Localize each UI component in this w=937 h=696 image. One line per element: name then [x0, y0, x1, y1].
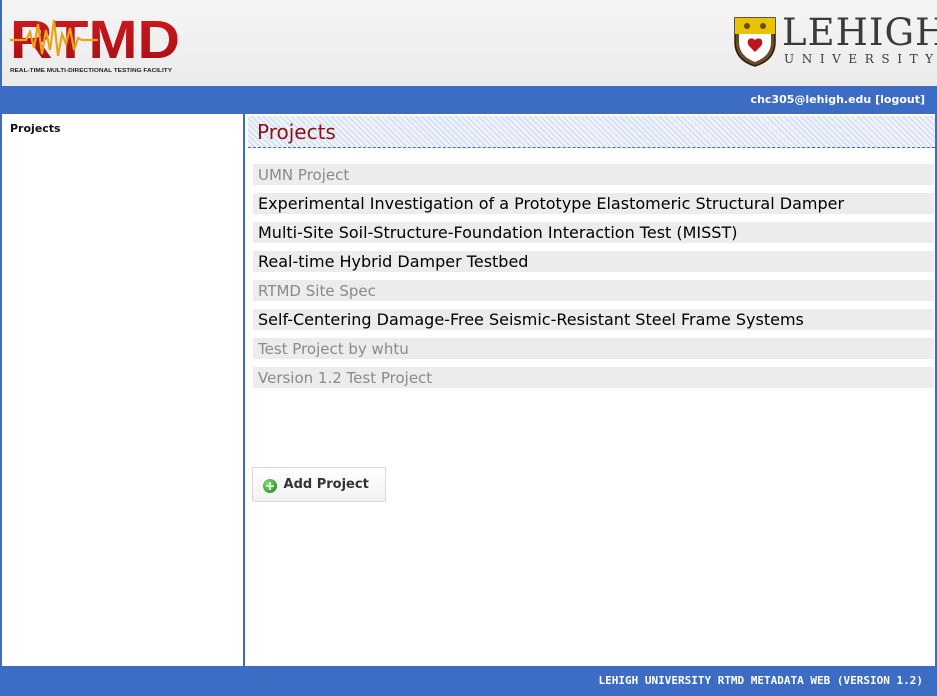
lehigh-subtitle: UNIVERSITY — [784, 52, 937, 66]
project-item[interactable]: RTMD Site Spec — [253, 280, 934, 301]
project-item[interactable]: Self-Centering Damage-Free Seismic-Resis… — [253, 309, 934, 330]
lehigh-crest-icon — [734, 17, 776, 67]
main-content: Projects UMN Project Experimental Invest… — [245, 114, 937, 666]
project-item[interactable]: Version 1.2 Test Project — [253, 367, 934, 388]
project-item[interactable]: Test Project by whtu — [253, 338, 934, 359]
header: RTMD REAL-TIME MULTI-DIRECTIONAL TESTING… — [0, 0, 937, 86]
plus-circle-icon: + — [263, 479, 277, 493]
sidebar-item-projects[interactable]: Projects — [10, 122, 61, 135]
footer: LEHIGH UNIVERSITY RTMD METADATA WEB (VER… — [0, 666, 937, 696]
page-title: Projects — [248, 116, 935, 148]
project-item[interactable]: Real-time Hybrid Damper Testbed — [253, 251, 934, 272]
user-bar: chc305@lehigh.edu [logout] — [0, 86, 937, 114]
rtmd-logo-subtext: REAL-TIME MULTI-DIRECTIONAL TESTING FACI… — [10, 68, 172, 74]
add-project-label: Add Project — [283, 477, 369, 492]
add-project-button[interactable]: + Add Project — [252, 467, 386, 502]
sidebar: Projects — [0, 114, 245, 666]
lehigh-name: LEHIGH — [782, 11, 937, 54]
project-item[interactable]: Multi-Site Soil-Structure-Foundation Int… — [253, 222, 934, 243]
project-item[interactable]: Experimental Investigation of a Prototyp… — [253, 193, 934, 214]
rtmd-logo: RTMD REAL-TIME MULTI-DIRECTIONAL TESTING… — [10, 10, 180, 74]
project-list: UMN Project Experimental Investigation o… — [253, 164, 934, 396]
lehigh-university-logo: LEHIGH UNIVERSITY — [733, 12, 937, 74]
footer-text: LEHIGH UNIVERSITY RTMD METADATA WEB (VER… — [598, 674, 923, 687]
user-logout-link[interactable]: chc305@lehigh.edu [logout] — [751, 93, 925, 106]
project-item[interactable]: UMN Project — [253, 164, 934, 185]
